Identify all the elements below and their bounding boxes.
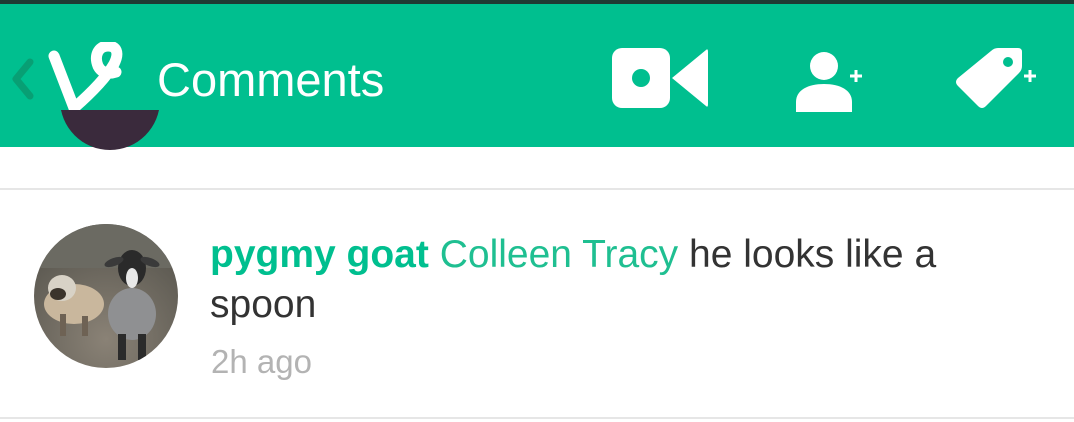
avatar[interactable] xyxy=(34,224,178,368)
add-tag-icon[interactable] xyxy=(952,44,1042,112)
previous-comment-avatar[interactable] xyxy=(60,110,160,156)
comment-text: pygmy goat Colleen Tracy he looks like a… xyxy=(210,230,1030,330)
divider xyxy=(0,188,1074,190)
vine-logo-icon[interactable] xyxy=(46,42,128,120)
back-chevron-icon[interactable] xyxy=(8,54,38,104)
comment-timestamp: 2h ago xyxy=(211,343,312,380)
comment-username[interactable]: pygmy goat xyxy=(210,233,429,276)
comment-mention[interactable]: Colleen Tracy xyxy=(440,233,678,276)
add-user-icon[interactable] xyxy=(794,50,864,112)
divider xyxy=(0,417,1074,419)
page-title: Comments xyxy=(157,53,385,106)
video-camera-icon[interactable] xyxy=(610,46,710,110)
app-bar: Comments xyxy=(0,4,1074,147)
